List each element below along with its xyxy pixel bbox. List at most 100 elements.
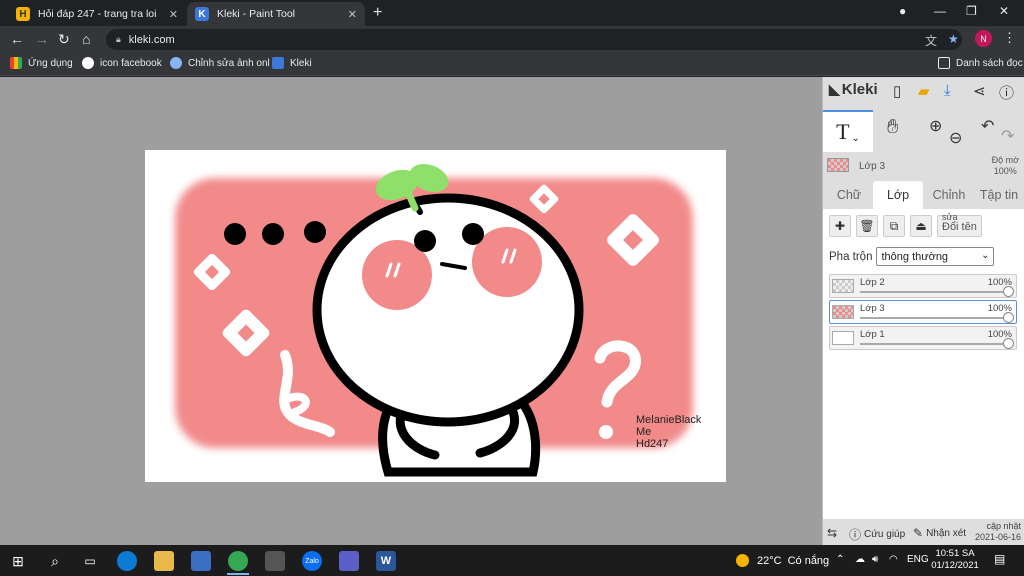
layer-item[interactable]: Lớp 1 100%: [829, 326, 1017, 350]
close-tab-icon[interactable]: ✕: [348, 8, 357, 21]
bookmark-favicon-icon: [82, 57, 94, 69]
teams-icon[interactable]: [339, 551, 359, 571]
task-view-icon[interactable]: ▭: [80, 551, 100, 571]
canvas-workspace[interactable]: MelanieBlack Me Hd247: [0, 77, 822, 545]
panel-top-bar: ◣ Kleki ▯ ▰ ⤓ ⋖ ⓘ: [823, 77, 1024, 105]
wifi-icon[interactable]: ◠: [889, 554, 898, 565]
zoom-out-icon[interactable]: ⊖: [949, 128, 962, 148]
camera-icon[interactable]: [265, 551, 285, 571]
forward-arrow-icon[interactable]: →: [35, 31, 49, 47]
tab-title: Hỏi đáp 247 - trang tra loi: [38, 8, 157, 20]
kleki-logo-icon: [272, 57, 284, 69]
bookmark-photo-editor[interactable]: Chỉnh sửa ảnh onl: [170, 57, 270, 69]
close-tab-icon[interactable]: ✕: [169, 8, 178, 21]
swap-side-icon[interactable]: ⇆: [827, 526, 840, 540]
active-app-indicator: [227, 573, 249, 575]
address-bar[interactable]: 🔒︎ kleki.com: [106, 29, 962, 50]
back-arrow-icon[interactable]: ←: [10, 31, 24, 47]
tab-adjust[interactable]: Chỉnh: [925, 181, 973, 209]
bookmark-icon-facebook[interactable]: icon facebook: [82, 57, 162, 69]
feedback-button[interactable]: ✎ Nhận xét: [913, 526, 966, 540]
minimize-button[interactable]: —: [934, 4, 946, 18]
profile-avatar[interactable]: N: [975, 30, 992, 47]
rename-layer-button[interactable]: sửa Đổi tên: [937, 212, 982, 237]
opacity-slider-track[interactable]: [860, 343, 1006, 345]
blend-mode-row: Pha trộn thông thường ⌄: [829, 247, 995, 266]
edge-icon[interactable]: [117, 551, 137, 571]
layer-thumbnail: [832, 279, 854, 293]
zoom-in-icon[interactable]: ⊕: [929, 116, 942, 136]
bookmark-favicon-icon: [170, 57, 182, 69]
reading-list-icon: [938, 57, 950, 69]
layer-name: Lớp 1: [860, 329, 885, 340]
bookmark-apps[interactable]: Ứng dụng: [10, 57, 73, 69]
windows-start-icon[interactable]: ⊞: [8, 551, 28, 571]
delete-layer-button[interactable]: 🗑︎: [856, 215, 878, 237]
translate-icon[interactable]: 文: [925, 32, 937, 49]
home-icon[interactable]: ⌂: [82, 31, 90, 47]
download-icon[interactable]: ⤓: [944, 82, 951, 99]
weather-widget[interactable]: 22°C Có nắng: [736, 554, 829, 567]
redo-icon[interactable]: ↷: [1001, 126, 1014, 146]
hoidap-favicon-icon: H: [16, 7, 30, 21]
opacity-slider-handle[interactable]: [1003, 312, 1014, 323]
undo-icon[interactable]: ↶: [981, 116, 994, 136]
share-icon[interactable]: ⋖: [973, 82, 986, 100]
opacity-slider-handle[interactable]: [1003, 286, 1014, 297]
close-window-button[interactable]: ✕: [999, 4, 1009, 18]
blend-mode-label: Pha trộn: [829, 250, 873, 263]
new-page-icon[interactable]: ▯: [893, 82, 901, 100]
zalo-icon[interactable]: Zalo: [302, 551, 322, 571]
blend-mode-select[interactable]: thông thường ⌄: [876, 247, 995, 266]
layer-item-selected[interactable]: Lớp 3 100%: [829, 300, 1017, 324]
tab-hoidap[interactable]: H Hỏi đáp 247 - trang tra loi ✕: [8, 2, 186, 26]
new-tab-button[interactable]: +: [373, 4, 382, 22]
opacity-slider-track[interactable]: [860, 291, 1006, 293]
bookmarks-bar: Ứng dụng icon facebook Chỉnh sửa ảnh onl…: [0, 52, 1024, 76]
store-icon[interactable]: [191, 551, 211, 571]
text-tool-button[interactable]: T ⌄: [823, 110, 873, 152]
chrome-icon[interactable]: [228, 551, 248, 571]
bookmark-star-icon[interactable]: ★: [948, 32, 959, 46]
reload-icon[interactable]: ↻: [58, 31, 70, 48]
layer-item[interactable]: Lớp 2 100%: [829, 274, 1017, 298]
tab-layers[interactable]: Lớp: [873, 181, 923, 209]
kleki-favicon-icon: K: [195, 7, 209, 21]
notification-icon[interactable]: ▤: [994, 552, 1005, 566]
taskbar-clock[interactable]: 10:51 SA 01/12/2021: [930, 548, 980, 572]
restore-button[interactable]: ❐: [966, 4, 977, 18]
opacity-slider-handle[interactable]: [1003, 338, 1014, 349]
language-indicator[interactable]: ENG: [907, 554, 929, 565]
opacity-slider-track[interactable]: [860, 317, 1006, 319]
search-icon[interactable]: ⌕: [45, 551, 65, 571]
windows-taskbar: ⊞ ⌕ ▭ Zalo W 22°C Có nắng ⌃ ☁ 🔊︎ ◠ ENG 1…: [0, 545, 1024, 576]
layer-action-buttons: ✚ 🗑︎ ⧉ ⏏︎ sửa Đổi tên: [829, 212, 982, 237]
chevron-down-icon: ⌄: [981, 250, 990, 261]
chevron-up-icon[interactable]: ⌃: [836, 554, 844, 565]
duplicate-layer-button[interactable]: ⧉: [883, 215, 905, 237]
folder-open-icon[interactable]: ▰: [918, 82, 930, 100]
hand-tool-icon[interactable]: ✋︎: [887, 116, 898, 139]
drawing-canvas[interactable]: MelanieBlack Me Hd247: [145, 150, 726, 482]
file-explorer-icon[interactable]: [154, 551, 174, 571]
apps-grid-icon: [10, 57, 22, 69]
merge-down-button[interactable]: ⏏︎: [910, 215, 932, 237]
browser-menu-icon[interactable]: ⋮: [1003, 30, 1016, 46]
help-button[interactable]: ⓘ Cứu giúp: [849, 526, 905, 543]
word-icon[interactable]: W: [376, 551, 396, 571]
tool-row: T ⌄ ✋︎ ⊕ ⊖ ↶ ↷: [823, 110, 1024, 152]
lock-icon: 🔒︎: [116, 34, 121, 44]
tab-file[interactable]: Tập tin: [975, 181, 1023, 209]
layer-name: Lớp 3: [860, 303, 885, 314]
add-layer-button[interactable]: ✚: [829, 215, 851, 237]
tab-kleki[interactable]: K Kleki - Paint Tool ✕: [187, 2, 365, 26]
duplicate-icon: ⧉: [889, 218, 899, 233]
media-control-icon[interactable]: ●: [899, 4, 906, 18]
bookmark-kleki[interactable]: Kleki: [272, 57, 312, 69]
update-info[interactable]: cập nhật 2021-06-16: [975, 521, 1021, 543]
tab-text[interactable]: Chữ: [827, 181, 871, 209]
reading-list-button[interactable]: Danh sách đọc: [938, 57, 1023, 69]
volume-icon[interactable]: 🔊︎: [872, 554, 878, 565]
onedrive-icon[interactable]: ☁: [855, 554, 865, 565]
help-icon[interactable]: ⓘ: [999, 82, 1014, 103]
